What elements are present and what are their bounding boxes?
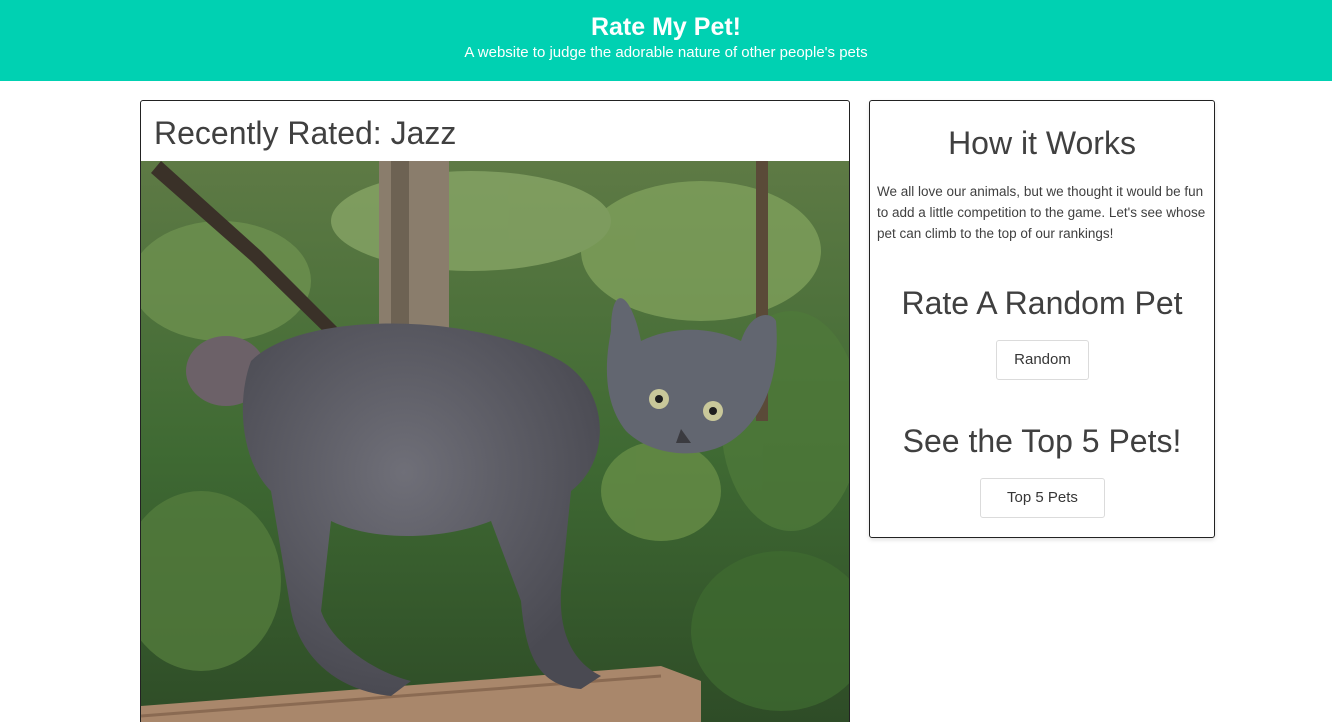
site-subtitle: A website to judge the adorable nature o… xyxy=(464,44,868,61)
how-it-works-text: We all love our animals, but we thought … xyxy=(877,184,1206,241)
top5-heading: See the Top 5 Pets! xyxy=(902,423,1182,459)
random-pet-heading: Rate A Random Pet xyxy=(901,285,1183,321)
site-title: Rate My Pet! xyxy=(590,13,742,41)
how-it-works-heading: How it Works xyxy=(948,125,1136,161)
how-it-works-card: How it Works We all love our animals, bu… xyxy=(869,100,1215,538)
pet-photo xyxy=(141,161,849,722)
recently-rated-card: Recently Rated: Jazz xyxy=(140,100,850,722)
random-button[interactable]: Random xyxy=(996,340,1089,380)
top5-button[interactable]: Top 5 Pets xyxy=(980,478,1105,518)
recently-rated-title: Recently Rated: Jazz xyxy=(154,115,457,151)
site-header: Rate My Pet! A website to judge the ador… xyxy=(0,0,1332,81)
